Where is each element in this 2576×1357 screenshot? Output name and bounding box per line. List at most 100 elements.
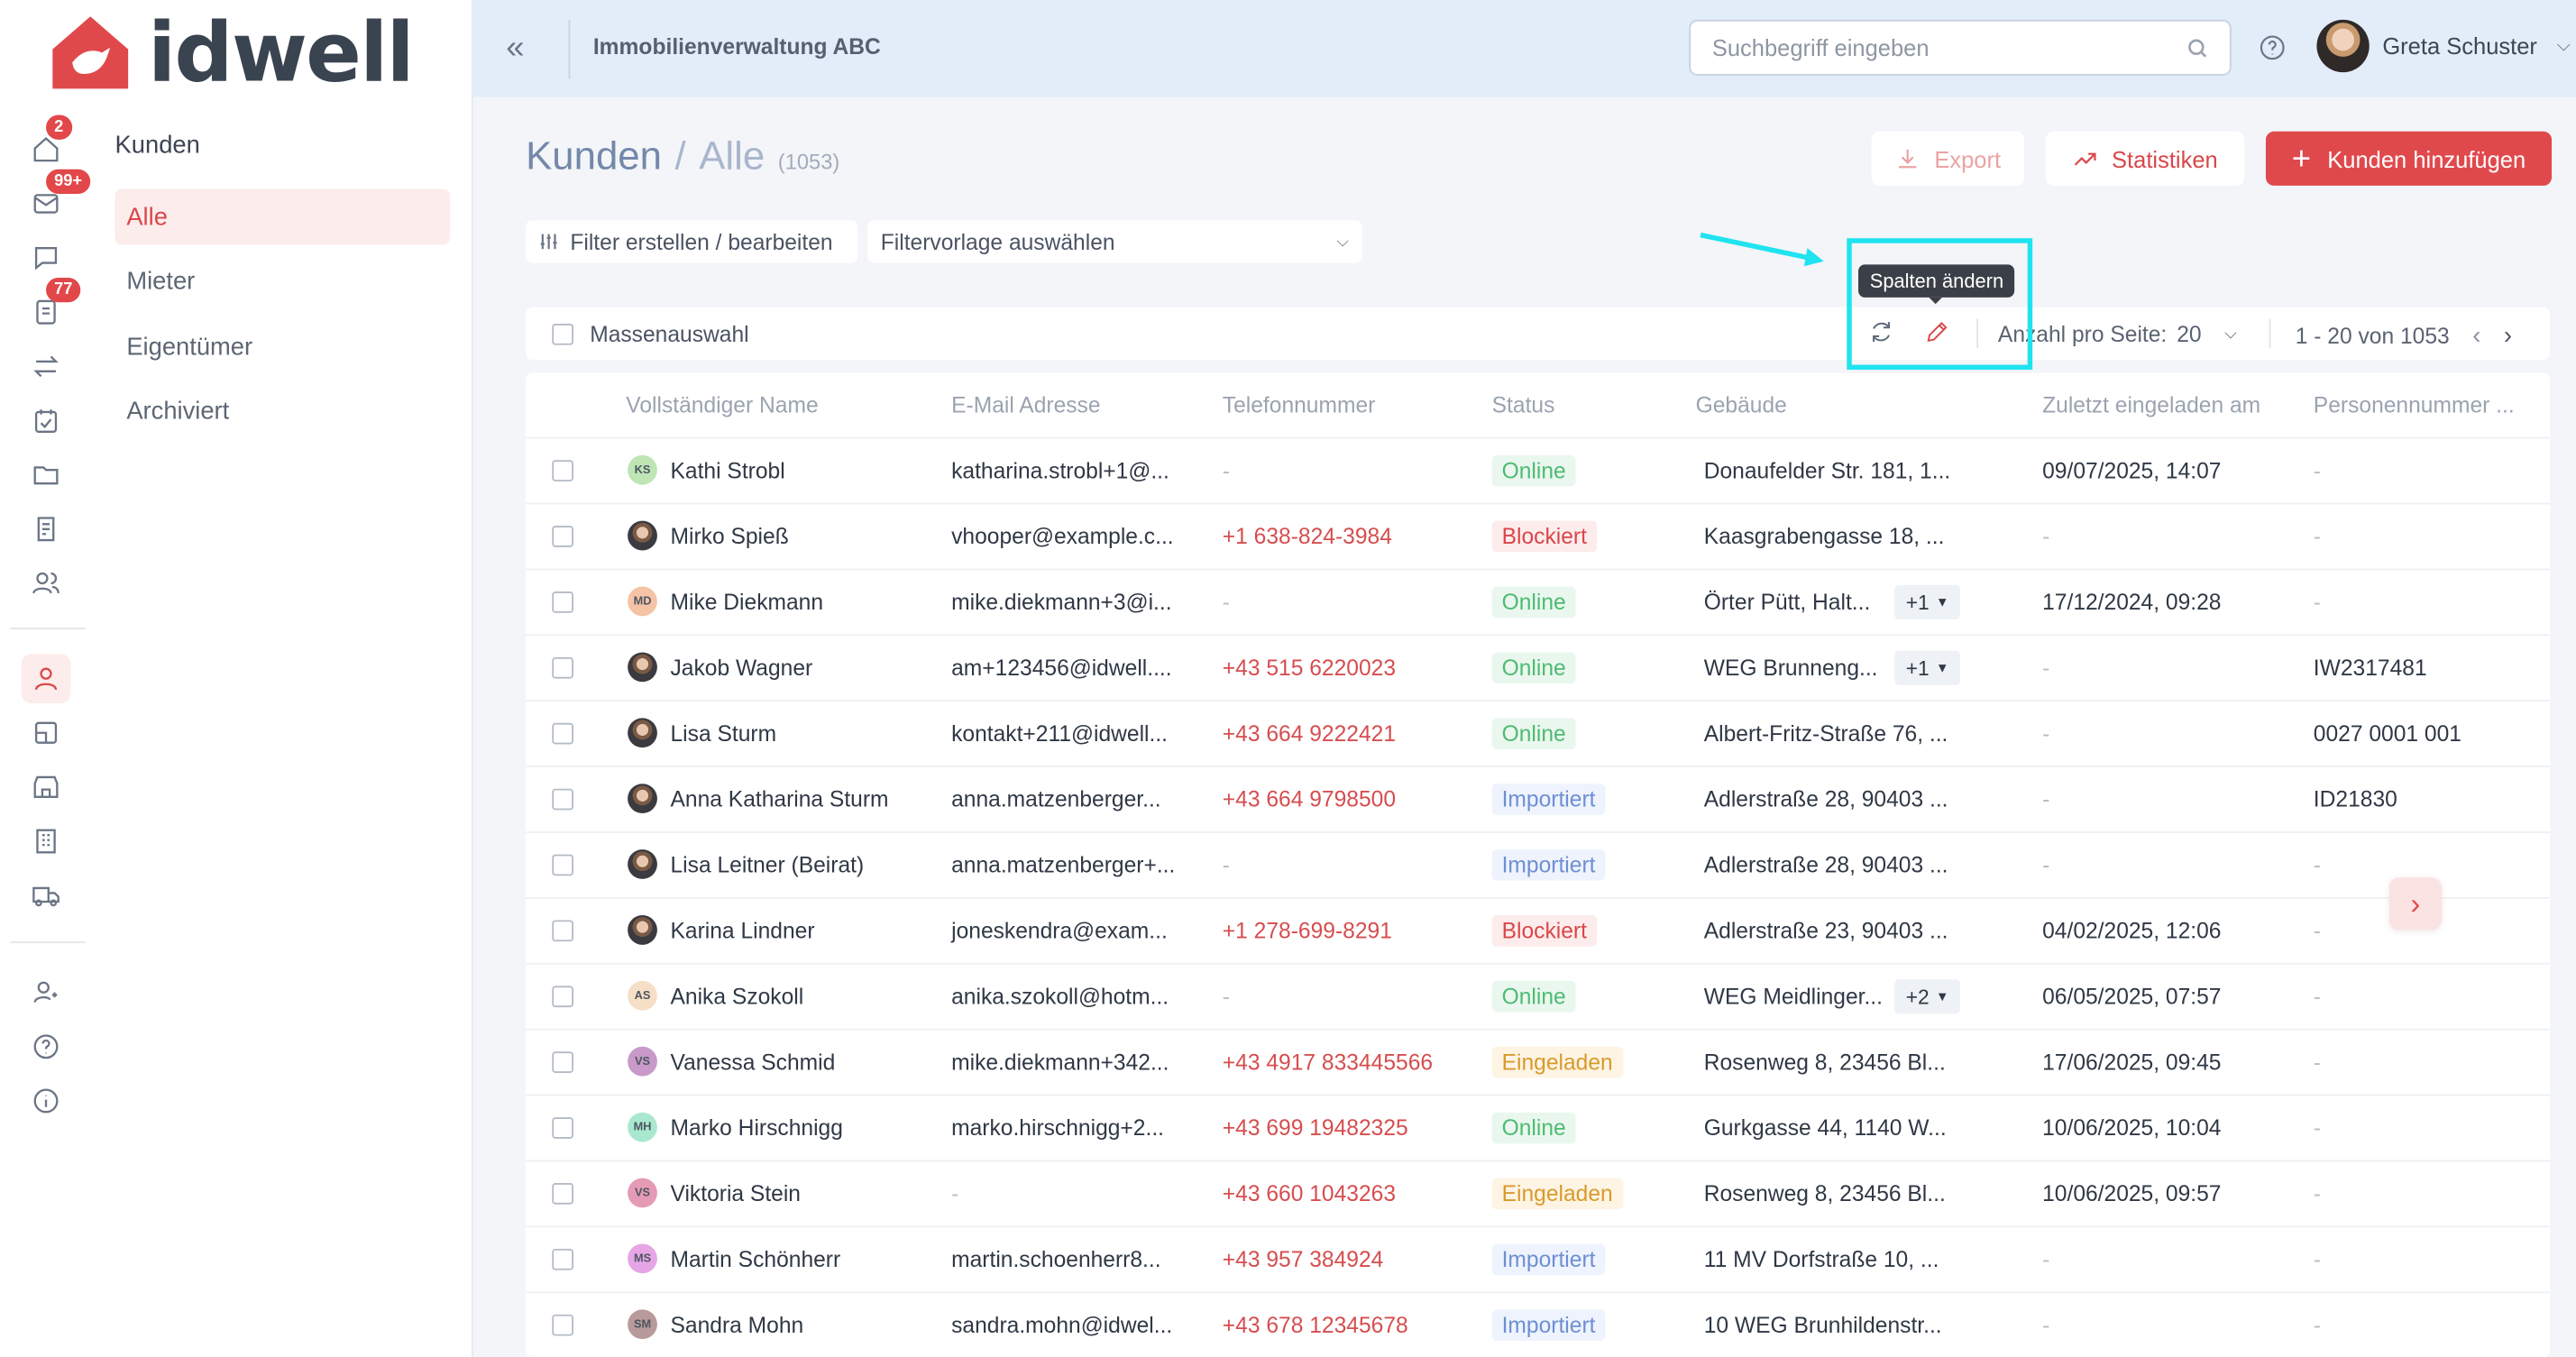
statistics-button[interactable]: Statistiken bbox=[2045, 131, 2245, 186]
customer-name[interactable]: Lisa Sturm bbox=[670, 721, 776, 746]
column-header-name[interactable]: Vollständiger Name bbox=[626, 393, 818, 417]
customer-name[interactable]: Kathi Strobl bbox=[670, 458, 784, 482]
column-header-phone[interactable]: Telefonnummer bbox=[1223, 393, 1376, 417]
customer-phone[interactable]: +43 660 1043263 bbox=[1223, 1181, 1396, 1206]
filter-template-select[interactable]: Filtervorlage auswählen ⌵ bbox=[867, 220, 1362, 263]
row-checkbox[interactable] bbox=[552, 526, 573, 547]
rail-building[interactable] bbox=[23, 766, 69, 808]
rail-chat[interactable] bbox=[23, 236, 69, 279]
customer-name[interactable]: Viktoria Stein bbox=[670, 1181, 801, 1206]
customer-name[interactable]: Mike Diekmann bbox=[670, 590, 823, 614]
column-header-status[interactable]: Status bbox=[1492, 393, 1555, 417]
row-checkbox[interactable] bbox=[552, 722, 573, 745]
filter-edit-button[interactable]: Filter erstellen / bearbeiten bbox=[526, 220, 858, 263]
table-row[interactable]: Anna Katharina Sturm anna.matzenberger...… bbox=[526, 767, 2551, 833]
mass-select[interactable]: Massenauswahl bbox=[552, 322, 749, 347]
customer-phone[interactable]: +1 278-699-8291 bbox=[1223, 919, 1392, 943]
logo[interactable]: idwell bbox=[50, 12, 415, 94]
table-row[interactable]: Karina Lindner joneskendra@exam... +1 278-… bbox=[526, 899, 2551, 965]
customer-name[interactable]: Lisa Leitner (Beirat) bbox=[670, 853, 864, 877]
rail-user-settings[interactable] bbox=[23, 971, 69, 1013]
column-header-invited[interactable]: Zuletzt eingeladen am bbox=[2042, 393, 2260, 417]
next-page-icon[interactable]: › bbox=[2504, 322, 2512, 350]
customer-name[interactable]: Anna Katharina Sturm bbox=[670, 787, 888, 811]
row-checkbox[interactable] bbox=[552, 591, 573, 613]
search-input[interactable]: Suchbegriff eingeben bbox=[1689, 19, 2232, 76]
subnav-item-alle[interactable]: Alle bbox=[115, 188, 451, 245]
per-page-select[interactable]: Anzahl pro Seite: 20 ⌵ bbox=[1998, 322, 2237, 346]
rail-documents[interactable]: 77 bbox=[23, 277, 81, 334]
prev-page-icon[interactable]: ‹ bbox=[2472, 322, 2480, 350]
table-row[interactable]: AS Anika Szokoll anika.szokoll@hotm... - Onl… bbox=[526, 965, 2551, 1031]
customer-phone[interactable]: +43 957 384924 bbox=[1223, 1247, 1384, 1271]
column-header-building[interactable]: Gebäude bbox=[1696, 393, 1787, 417]
row-checkbox[interactable] bbox=[552, 1183, 573, 1205]
more-buildings-button[interactable]: +1 ▼ bbox=[1894, 584, 1961, 620]
customer-name[interactable]: Martin Schönherr bbox=[670, 1247, 840, 1271]
rail-help[interactable] bbox=[23, 1025, 69, 1068]
customer-phone[interactable]: +43 699 19482325 bbox=[1223, 1115, 1408, 1140]
row-checkbox[interactable] bbox=[552, 1117, 573, 1139]
table-row[interactable]: Jakob Wagner am+123456@idwell.... +43 515 … bbox=[526, 636, 2551, 702]
rail-units[interactable] bbox=[23, 711, 69, 754]
rail-transfer[interactable] bbox=[23, 345, 69, 388]
row-checkbox[interactable] bbox=[552, 460, 573, 481]
collapse-sidebar-icon[interactable]: « bbox=[506, 30, 524, 68]
table-row[interactable]: KS Kathi Strobl katharina.strobl+1@... - Onl… bbox=[526, 439, 2551, 505]
customer-name[interactable]: Marko Hirschnigg bbox=[670, 1115, 842, 1140]
row-checkbox[interactable] bbox=[552, 1051, 573, 1073]
table-row[interactable]: MD Mike Diekmann mike.diekmann+3@i... - Onli… bbox=[526, 570, 2551, 637]
subnav-item-eigentuemer[interactable]: Eigentümer bbox=[115, 319, 451, 375]
table-row[interactable]: MH Marko Hirschnigg marko.hirschnigg+2... +… bbox=[526, 1096, 2551, 1162]
column-header-email[interactable]: E-Mail Adresse bbox=[951, 393, 1100, 417]
help-button[interactable] bbox=[2258, 32, 2287, 62]
table-row[interactable]: SM Sandra Mohn sandra.mohn@idwel... +43 678… bbox=[526, 1293, 2550, 1357]
row-checkbox[interactable] bbox=[552, 1248, 573, 1270]
table-row[interactable]: Lisa Leitner (Beirat) anna.matzenberger+.… bbox=[526, 833, 2551, 899]
user-menu[interactable]: Greta Schuster ⌵ bbox=[2316, 19, 2571, 73]
add-customer-button[interactable]: + Kunden hinzufügen bbox=[2265, 131, 2553, 186]
more-buildings-button[interactable]: +1 ▼ bbox=[1894, 650, 1961, 685]
rail-invoice[interactable] bbox=[23, 508, 69, 550]
row-checkbox[interactable] bbox=[552, 788, 573, 811]
customer-name[interactable]: Anika Szokoll bbox=[670, 985, 803, 1009]
rail-mail[interactable]: 99+ bbox=[23, 169, 91, 225]
rail-folder[interactable] bbox=[23, 454, 69, 496]
customer-name[interactable]: Sandra Mohn bbox=[670, 1313, 803, 1337]
table-row[interactable]: VS Viktoria Stein - +43 660 1043263 Eingelad… bbox=[526, 1161, 2551, 1228]
rail-home[interactable]: 2 bbox=[23, 115, 72, 170]
column-header-person-number[interactable]: Personennummer ... bbox=[2314, 393, 2515, 417]
table-row[interactable]: Mirko Spieß vhooper@example.c... +1 638-82… bbox=[526, 504, 2551, 571]
row-checkbox[interactable] bbox=[552, 854, 573, 876]
customer-phone[interactable]: +43 678 12345678 bbox=[1223, 1313, 1408, 1337]
table-row[interactable]: VS Vanessa Schmid mike.diekmann+342... +43 … bbox=[526, 1031, 2551, 1096]
row-checkbox[interactable] bbox=[552, 986, 573, 1008]
rail-properties[interactable] bbox=[23, 820, 69, 862]
customer-phone[interactable]: +43 664 9222421 bbox=[1223, 721, 1396, 746]
rail-info[interactable] bbox=[23, 1079, 69, 1122]
export-button[interactable]: Export bbox=[1871, 131, 2025, 186]
subnav-item-archiviert[interactable]: Archiviert bbox=[115, 384, 451, 440]
rail-vehicles[interactable] bbox=[23, 874, 69, 916]
breadcrumb-root[interactable]: Kunden bbox=[526, 134, 662, 180]
subnav-item-mieter[interactable]: Mieter bbox=[115, 254, 451, 310]
customer-name[interactable]: Vanessa Schmid bbox=[670, 1050, 835, 1074]
rail-customers[interactable] bbox=[21, 654, 71, 703]
chevron-right-icon[interactable]: › bbox=[2388, 877, 2442, 931]
customer-phone[interactable]: +43 515 6220023 bbox=[1223, 656, 1396, 680]
row-checkbox[interactable] bbox=[552, 1314, 573, 1336]
mass-select-checkbox[interactable] bbox=[552, 323, 573, 345]
customer-name[interactable]: Mirko Spieß bbox=[670, 524, 788, 548]
more-buildings-button[interactable]: +2 ▼ bbox=[1894, 979, 1961, 1014]
customer-phone[interactable]: +43 664 9798500 bbox=[1223, 787, 1396, 811]
table-row[interactable]: MS Martin Schönherr martin.schoenherr8... +… bbox=[526, 1227, 2551, 1294]
row-checkbox[interactable] bbox=[552, 920, 573, 942]
customer-phone[interactable]: +1 638-824-3984 bbox=[1223, 524, 1392, 548]
customer-phone[interactable]: +43 4917 833445566 bbox=[1223, 1050, 1433, 1074]
customer-name[interactable]: Karina Lindner bbox=[670, 919, 814, 943]
table-row[interactable]: Lisa Sturm kontakt+211@idwell... +43 664 9… bbox=[526, 701, 2551, 768]
row-checkbox[interactable] bbox=[552, 656, 573, 679]
rail-calendar[interactable] bbox=[23, 399, 69, 442]
rail-contacts[interactable] bbox=[23, 562, 69, 604]
customer-name[interactable]: Jakob Wagner bbox=[670, 656, 812, 680]
